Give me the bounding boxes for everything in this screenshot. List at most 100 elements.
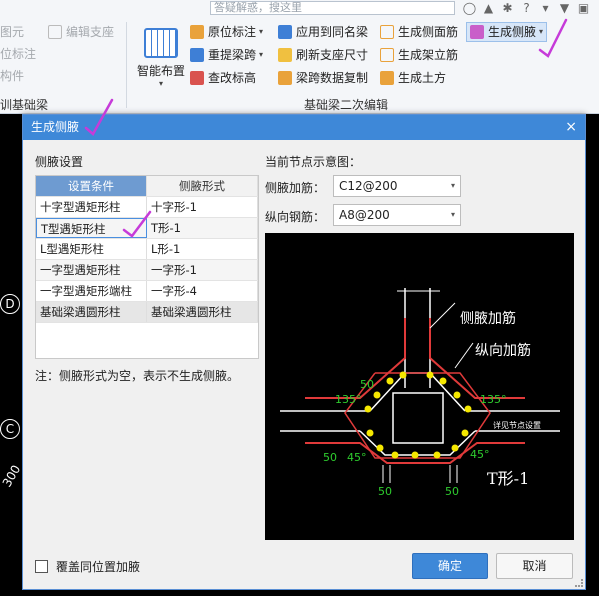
long-rebar-select[interactable]: A8@200 ▾: [333, 204, 461, 226]
chevron-down-icon: ▾: [450, 210, 455, 219]
elevation-icon: [190, 71, 204, 85]
overwrite-checkbox-row[interactable]: 覆盖同位置加腋: [35, 558, 140, 575]
haunch-settings-table: 设置条件 侧腋形式 十字型遇矩形柱 十字形-1 T型遇矩形柱 T形-1 L型遇矩…: [35, 175, 259, 359]
chevron-down-icon: ▾: [259, 50, 264, 59]
chevron-down-icon: ▾: [539, 27, 544, 36]
cell-condition: 十字型遇矩形柱: [36, 197, 147, 217]
gen-earth-button[interactable]: 生成土方: [380, 68, 446, 88]
header-condition[interactable]: 设置条件: [36, 176, 147, 196]
ribbon-left-item-1[interactable]: 图元: [0, 22, 24, 42]
resize-grip[interactable]: [575, 579, 583, 587]
edit-support-button[interactable]: 编辑支座: [48, 22, 114, 42]
label-haunch-rebar: 侧腋加筋: [460, 310, 516, 327]
cell-condition: 基础梁遇圆形柱: [36, 302, 147, 322]
ok-button[interactable]: 确定: [412, 553, 488, 579]
earth-icon: [380, 71, 394, 85]
dim-135-right: 135°: [480, 393, 507, 406]
dropdown-icon[interactable]: ▾: [538, 1, 553, 15]
dim-135-left: 135°: [335, 393, 362, 406]
overwrite-checkbox[interactable]: [35, 560, 48, 573]
cell-form[interactable]: 十字形-1: [147, 197, 258, 217]
help-icon[interactable]: ?: [519, 1, 534, 15]
dialog-titlebar: 生成侧腋 ×: [23, 115, 585, 140]
cell-form[interactable]: T形-1: [147, 218, 258, 238]
cell-form[interactable]: 一字形-4: [147, 281, 258, 301]
haunch-rebar-select[interactable]: C12@200 ▾: [333, 175, 461, 197]
gen-haunch-button[interactable]: 生成侧腋 ▾: [466, 22, 548, 42]
diagram-title: 当前节点示意图：: [265, 155, 362, 169]
cell-form[interactable]: 基础梁遇圆形柱: [147, 302, 258, 322]
refresh-support-button[interactable]: 刷新支座尺寸: [278, 45, 368, 65]
table-header: 设置条件 侧腋形式: [36, 176, 258, 197]
haunch-rebar-label: 侧腋加筋：: [265, 181, 326, 195]
top-icons: ◯ ▲ ✱ ? ▾ ▼ ▣: [462, 0, 599, 16]
table-row[interactable]: 十字型遇矩形柱 十字形-1: [36, 197, 258, 218]
skin-icon[interactable]: ▣: [576, 1, 591, 15]
edit-support-icon: [48, 25, 62, 39]
dialog-title: 生成侧腋: [31, 120, 80, 134]
table-row[interactable]: 一字型遇矩形柱 一字形-1: [36, 260, 258, 281]
cell-condition: 一字型遇矩形端柱: [36, 281, 147, 301]
apply-icon: [278, 25, 292, 39]
ribbon-left-item-3[interactable]: 构件: [0, 66, 24, 86]
table-row[interactable]: L型遇矩形柱 L形-1: [36, 239, 258, 260]
axis-marker-c: C: [0, 419, 20, 439]
cancel-button[interactable]: 取消: [496, 553, 573, 579]
cell-form[interactable]: 一字形-1: [147, 260, 258, 280]
gen-side-rebar-button[interactable]: 生成侧面筋: [380, 22, 458, 42]
dim-50-bottom-left: 50: [378, 485, 392, 498]
smart-layout-button[interactable]: 智能布置 ▾: [134, 24, 188, 90]
table-row[interactable]: T型遇矩形柱 T形-1: [36, 218, 258, 239]
shirt-icon[interactable]: ▼: [557, 1, 572, 15]
top-bar: 答疑解惑，搜这里 ◯ ▲ ✱ ? ▾ ▼ ▣: [0, 0, 599, 16]
label-long-rebar: 纵向加筋: [475, 342, 531, 359]
node-diagram-svg: 侧腋加筋 纵向加筋 T形-1 详见节点设置 50 135° 135° 50 45…: [280, 288, 560, 498]
settings-icon[interactable]: ✱: [500, 1, 515, 15]
haunch-icon: [470, 25, 484, 39]
in-situ-icon: [190, 25, 204, 39]
dim-50-top: 50: [360, 378, 374, 391]
dimension-text: 300: [0, 462, 24, 490]
dim-50-bottom-right: 50: [445, 485, 459, 498]
refresh-icon: [278, 48, 292, 62]
table-row[interactable]: 基础梁遇圆形柱 基础梁遇圆形柱: [36, 302, 258, 323]
bell-icon[interactable]: ▲: [481, 1, 496, 15]
stirrup-icon: [380, 48, 394, 62]
header-form[interactable]: 侧腋形式: [147, 176, 258, 196]
in-situ-label-button[interactable]: 原位标注 ▾: [190, 22, 263, 42]
relay-span-icon: [190, 48, 204, 62]
cell-form[interactable]: L形-1: [147, 239, 258, 259]
overwrite-label: 覆盖同位置加腋: [56, 560, 141, 574]
long-rebar-label: 纵向钢筋：: [265, 210, 326, 224]
ribbon-left-item-2[interactable]: 位标注: [0, 44, 36, 64]
cell-condition: T型遇矩形柱: [36, 218, 147, 238]
user-icon[interactable]: ◯: [462, 1, 477, 15]
node-diagram: 侧腋加筋 纵向加筋 T形-1 详见节点设置 50 135° 135° 50 45…: [265, 233, 574, 540]
table-row[interactable]: 一字型遇矩形端柱 一字形-4: [36, 281, 258, 302]
label-type: T形-1: [487, 469, 529, 488]
generate-haunch-dialog: 生成侧腋 × 侧腋设置 设置条件 侧腋形式 十字型遇矩形柱 十字形-1 T型遇矩…: [22, 114, 586, 590]
copy-icon: [278, 71, 292, 85]
dim-45-right: 45°: [470, 448, 490, 461]
ribbon-group-label: 基础梁二次编辑: [304, 98, 389, 112]
cell-condition: 一字型遇矩形柱: [36, 260, 147, 280]
apply-same-name-button[interactable]: 应用到同名梁: [278, 22, 368, 42]
ribbon-group-label-left: 训基础梁: [0, 98, 49, 112]
search-input[interactable]: 答疑解惑，搜这里: [210, 1, 455, 15]
note-text: 注：侧腋形式为空，表示不生成侧腋。: [35, 369, 240, 383]
span-copy-button[interactable]: 梁跨数据复制: [278, 68, 368, 88]
chevron-down-icon: ▾: [158, 79, 163, 88]
gen-stirrup-button[interactable]: 生成架立筋: [380, 45, 458, 65]
ribbon-separator: [126, 22, 127, 108]
close-icon[interactable]: ×: [565, 115, 577, 140]
chevron-down-icon: ▾: [450, 181, 455, 190]
cell-condition: L型遇矩形柱: [36, 239, 147, 259]
axis-marker-d: D: [0, 294, 20, 314]
label-node-note: 详见节点设置: [493, 420, 541, 430]
side-rebar-icon: [380, 25, 394, 39]
settings-title: 侧腋设置: [35, 155, 84, 169]
dim-45-left: 45°: [347, 451, 367, 464]
chevron-down-icon: ▾: [259, 27, 264, 36]
relay-span-button[interactable]: 重提梁跨 ▾: [190, 45, 263, 65]
check-elevation-button[interactable]: 查改标高: [190, 68, 256, 88]
